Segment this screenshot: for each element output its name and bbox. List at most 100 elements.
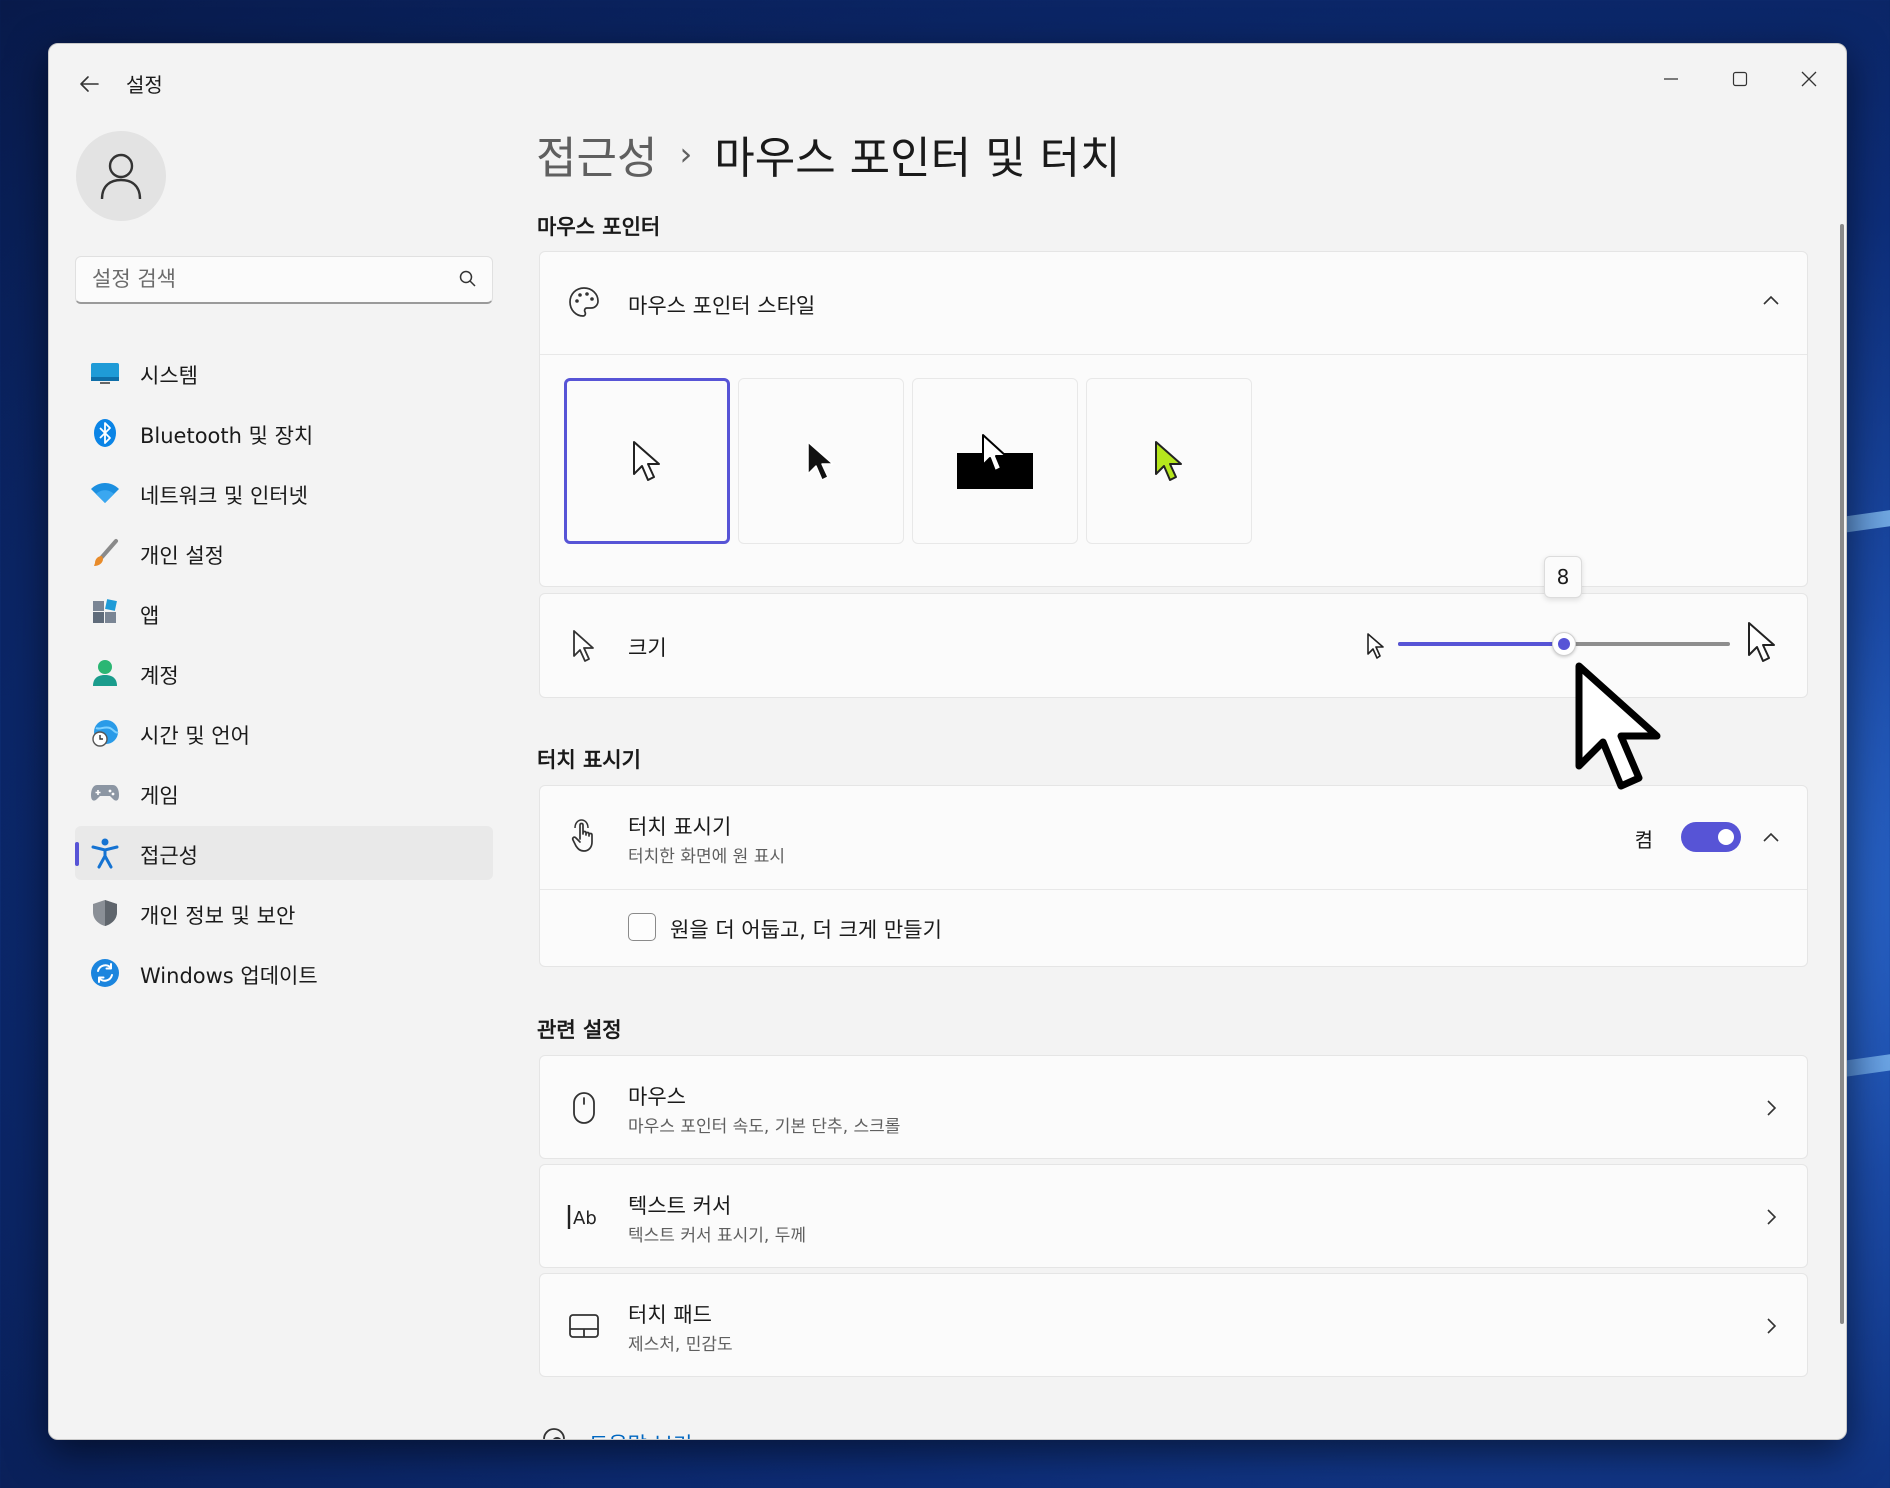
close-button[interactable] xyxy=(1779,58,1839,100)
text-cursor-icon: Ab xyxy=(564,1197,604,1237)
maximize-icon xyxy=(1732,71,1748,87)
related-item-title: 텍스트 커서 xyxy=(628,1194,732,1218)
pointer-style-inverted[interactable] xyxy=(912,378,1078,544)
slider-value-tooltip: 8 xyxy=(1544,556,1582,598)
custom-color-pointer-icon xyxy=(1155,441,1182,481)
title-bar: 설정 xyxy=(49,44,1846,114)
sidebar-item-label: 시간 및 언어 xyxy=(140,724,250,748)
palette-icon xyxy=(564,282,604,322)
touch-indicator-subtitle: 터치한 화면에 원 표시 xyxy=(628,847,785,867)
related-item-title: 마우스 xyxy=(628,1085,686,1109)
white-pointer-icon xyxy=(633,441,660,481)
related-item-touchpad[interactable]: 터치 패드 제스처, 민감도 xyxy=(539,1273,1808,1377)
touch-indicator-card: 터치 표시기 터치한 화면에 원 표시 켬 원을 더 어둡고, 더 크게 만들기 xyxy=(539,785,1808,967)
pointer-style-title: 마우스 포인터 스타일 xyxy=(628,294,816,318)
update-icon xyxy=(89,957,121,989)
sidebar-item-accessibility[interactable]: 접근성 xyxy=(75,826,493,880)
shield-icon xyxy=(89,897,121,929)
divider xyxy=(540,889,1807,890)
bluetooth-icon xyxy=(89,417,121,449)
related-item-subtitle: 제스처, 민감도 xyxy=(628,1335,733,1355)
related-item-subtitle: 텍스트 커서 표시기, 두께 xyxy=(628,1226,807,1246)
chevron-up-icon xyxy=(1763,832,1779,842)
wifi-icon xyxy=(89,477,121,509)
search-box[interactable] xyxy=(75,256,493,304)
help-icon xyxy=(543,1428,565,1439)
chevron-right-icon xyxy=(1757,1312,1785,1340)
maximize-button[interactable] xyxy=(1710,58,1770,100)
sidebar-item-privacy-security[interactable]: 개인 정보 및 보안 xyxy=(75,886,493,940)
sidebar-nav: 시스템 Bluetooth 및 장치 네트워크 및 인터넷 개인 설정 앱 계정… xyxy=(75,346,493,1006)
sidebar-item-gaming[interactable]: 게임 xyxy=(75,766,493,820)
account-icon xyxy=(89,657,121,689)
breadcrumb-parent[interactable]: 접근성 xyxy=(536,122,657,186)
close-icon xyxy=(1801,71,1817,87)
accessibility-icon xyxy=(89,837,121,869)
chevron-up-icon xyxy=(1763,295,1779,305)
divider xyxy=(540,354,1807,355)
touch-hand-icon xyxy=(564,816,604,856)
pointer-size-icon xyxy=(564,626,604,666)
brush-icon xyxy=(89,537,121,569)
sidebar-item-accounts[interactable]: 계정 xyxy=(75,646,493,700)
chevron-right-icon xyxy=(1757,1094,1785,1122)
collapse-button[interactable] xyxy=(1757,823,1785,851)
sidebar-item-time-language[interactable]: 시간 및 언어 xyxy=(75,706,493,760)
person-icon xyxy=(100,153,142,200)
pointer-style-card: 마우스 포인터 스타일 xyxy=(539,251,1808,587)
globe-clock-icon xyxy=(89,717,121,749)
sidebar-item-label: 개인 설정 xyxy=(140,544,224,568)
collapse-button[interactable] xyxy=(1757,286,1785,314)
back-arrow-icon xyxy=(80,76,99,92)
sidebar-item-network[interactable]: 네트워크 및 인터넷 xyxy=(75,466,493,520)
large-pointer-icon xyxy=(1746,620,1778,668)
pointer-style-custom[interactable] xyxy=(1086,378,1252,544)
section-title-touch-indicator: 터치 표시기 xyxy=(537,748,641,772)
small-pointer-icon xyxy=(1366,632,1386,664)
mouse-icon xyxy=(564,1088,604,1128)
touchpad-icon xyxy=(564,1306,604,1346)
gamepad-icon xyxy=(89,777,121,809)
sidebar-item-apps[interactable]: 앱 xyxy=(75,586,493,640)
pointer-style-black[interactable] xyxy=(738,378,904,544)
sidebar-item-label: 계정 xyxy=(140,664,179,688)
minimize-button[interactable] xyxy=(1641,58,1701,100)
search-icon[interactable] xyxy=(458,269,478,289)
user-avatar[interactable] xyxy=(76,131,166,221)
sidebar-item-label: Windows 업데이트 xyxy=(140,964,318,988)
sidebar-item-label: 개인 정보 및 보안 xyxy=(140,904,296,928)
related-item-mouse[interactable]: 마우스 마우스 포인터 속도, 기본 단추, 스크롤 xyxy=(539,1055,1808,1159)
sidebar-item-label: 시스템 xyxy=(140,364,198,388)
search-input[interactable] xyxy=(92,257,452,301)
darker-larger-circle-checkbox[interactable] xyxy=(628,913,656,941)
app-title: 설정 xyxy=(126,73,163,97)
chevron-right-icon xyxy=(1757,1203,1785,1231)
inverted-pointer-icon xyxy=(957,431,1033,489)
breadcrumb-separator: › xyxy=(679,135,693,173)
related-item-text-cursor[interactable]: Ab 텍스트 커서 텍스트 커서 표시기, 두께 xyxy=(539,1164,1808,1268)
help-link[interactable]: 도움말 보기 xyxy=(589,1429,692,1439)
back-button[interactable] xyxy=(71,66,107,102)
minimize-icon xyxy=(1664,78,1678,80)
pointer-size-title: 크기 xyxy=(628,636,667,660)
apps-icon xyxy=(89,597,121,629)
sidebar-item-bluetooth[interactable]: Bluetooth 및 장치 xyxy=(75,406,493,460)
sidebar-item-label: 게임 xyxy=(140,784,179,808)
section-title-related: 관련 설정 xyxy=(537,1018,622,1042)
sidebar-item-label: 앱 xyxy=(140,604,160,628)
sidebar-item-personalization[interactable]: 개인 설정 xyxy=(75,526,493,580)
breadcrumb: 접근성 › 마우스 포인터 및 터치 xyxy=(536,124,1121,184)
sidebar-item-label: Bluetooth 및 장치 xyxy=(140,424,314,448)
scrollbar[interactable] xyxy=(1840,224,1844,1324)
sidebar-item-windows-update[interactable]: Windows 업데이트 xyxy=(75,946,493,1000)
slider-fill xyxy=(1398,642,1564,646)
checkbox-label[interactable]: 원을 더 어둡고, 더 크게 만들기 xyxy=(670,914,942,944)
touch-indicator-toggle[interactable] xyxy=(1681,822,1741,852)
section-title-mouse-pointer: 마우스 포인터 xyxy=(537,215,661,239)
mouse-pointer-cursor xyxy=(1575,662,1661,790)
slider-thumb[interactable] xyxy=(1552,632,1576,656)
sidebar-item-system[interactable]: 시스템 xyxy=(75,346,493,400)
pointer-style-white[interactable] xyxy=(564,378,730,544)
pointer-size-slider[interactable] xyxy=(1398,632,1730,656)
sidebar-item-label: 네트워크 및 인터넷 xyxy=(140,484,308,508)
